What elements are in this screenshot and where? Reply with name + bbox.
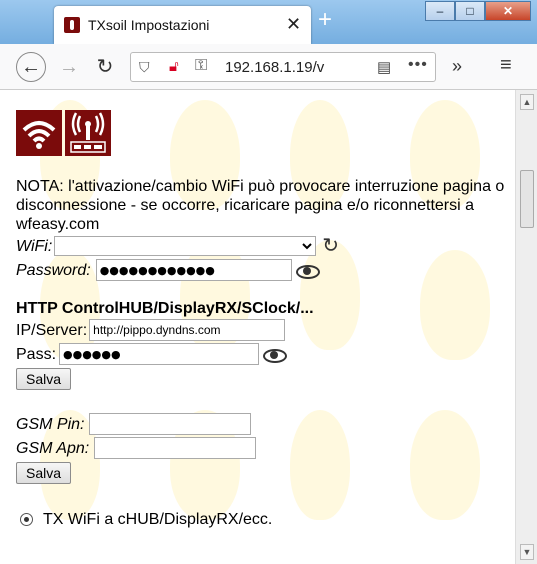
- scrollbar-thumb[interactable]: [520, 170, 534, 228]
- refresh-icon[interactable]: ↻: [322, 236, 339, 256]
- page-viewport: NOTA: l'attivazione/cambio WiFi può prov…: [0, 90, 537, 564]
- save-gsm-button[interactable]: Salva: [16, 462, 72, 484]
- tab-close-icon[interactable]: ✕: [286, 14, 301, 35]
- ip-label: IP/Server:: [16, 321, 88, 339]
- gsm-apn-row: GSM Apn:: [16, 436, 506, 460]
- wifi-password-input[interactable]: [95, 259, 292, 281]
- tab-title: TXsoil Impostazioni: [88, 17, 210, 33]
- gsm-apn-label: GSM Apn:: [16, 439, 90, 457]
- gsm-pin-row: GSM Pin:: [16, 412, 506, 436]
- vertical-scrollbar[interactable]: ▲ ▼: [515, 90, 537, 564]
- maximize-button[interactable]: □: [455, 1, 485, 21]
- nav-toolbar: ← → ↻ ⛉ 🔓︎ ⚿ 192.168.1.19/v ▤ ••• » ≡: [0, 44, 537, 90]
- server-pass-input[interactable]: [59, 343, 260, 365]
- radio-label: TX WiFi a cHUB/DisplayRX/ecc.: [43, 511, 273, 528]
- wifi-note: NOTA: l'attivazione/cambio WiFi può prov…: [16, 178, 505, 233]
- save-button[interactable]: Salva: [16, 368, 72, 390]
- tx-wifi-radio[interactable]: [20, 513, 33, 526]
- new-tab-button[interactable]: +: [318, 8, 332, 32]
- gsm-pin-label: GSM Pin:: [16, 415, 85, 433]
- gsm-pin-input[interactable]: [89, 413, 252, 435]
- pass-row: Pass:: [16, 342, 506, 366]
- show-password-eye-icon[interactable]: [263, 347, 288, 363]
- wifi-label: WiFi:: [16, 237, 53, 255]
- connection-icons: [16, 110, 506, 156]
- password-label: Password:: [16, 261, 91, 279]
- wifi-row: WiFi: ↻: [16, 234, 506, 258]
- http-heading: HTTP ControlHUB/DisplayRX/SClock/...: [16, 300, 314, 317]
- title-bar: TXsoil Impostazioni ✕ + – □ ✕: [0, 0, 537, 44]
- wifi-icon[interactable]: [16, 110, 62, 156]
- url-text[interactable]: 192.168.1.19/v: [225, 59, 324, 76]
- wifi-select[interactable]: [54, 236, 317, 256]
- thermometer-favicon-icon: [64, 17, 80, 33]
- page-actions-icon[interactable]: •••: [408, 56, 428, 74]
- url-bar[interactable]: ⛉ 🔓︎ ⚿ 192.168.1.19/v ▤ •••: [130, 52, 436, 82]
- window-close-button[interactable]: ✕: [485, 1, 531, 21]
- gsm-apn-input[interactable]: [94, 437, 257, 459]
- minimize-button[interactable]: –: [425, 1, 455, 21]
- pass-label: Pass:: [16, 345, 57, 363]
- browser-tab[interactable]: TXsoil Impostazioni ✕: [54, 6, 311, 44]
- password-row: Password:: [16, 258, 506, 282]
- show-password-eye-icon[interactable]: [295, 263, 320, 279]
- reader-view-icon[interactable]: ▤: [377, 58, 391, 76]
- ip-server-input[interactable]: [89, 319, 286, 341]
- shield-icon[interactable]: ⛉: [139, 59, 150, 76]
- insecure-lock-icon[interactable]: 🔓︎: [169, 58, 179, 75]
- scroll-down-arrow-icon[interactable]: ▼: [520, 544, 534, 560]
- hamburger-menu-icon[interactable]: ≡: [500, 54, 512, 77]
- reload-icon[interactable]: ↻: [90, 52, 120, 82]
- overflow-chevron-icon[interactable]: »: [452, 56, 462, 77]
- forward-arrow-icon[interactable]: →: [54, 52, 84, 82]
- gsm-antenna-icon[interactable]: [65, 110, 111, 156]
- scroll-up-arrow-icon[interactable]: ▲: [520, 94, 534, 110]
- tx-mode-option[interactable]: TX WiFi a cHUB/DisplayRX/ecc.: [16, 510, 506, 529]
- ip-row: IP/Server:: [16, 318, 506, 342]
- settings-form: NOTA: l'attivazione/cambio WiFi può prov…: [16, 110, 506, 529]
- back-arrow-icon[interactable]: ←: [16, 52, 46, 82]
- key-icon[interactable]: ⚿: [195, 57, 207, 75]
- window-controls: – □ ✕: [425, 1, 531, 21]
